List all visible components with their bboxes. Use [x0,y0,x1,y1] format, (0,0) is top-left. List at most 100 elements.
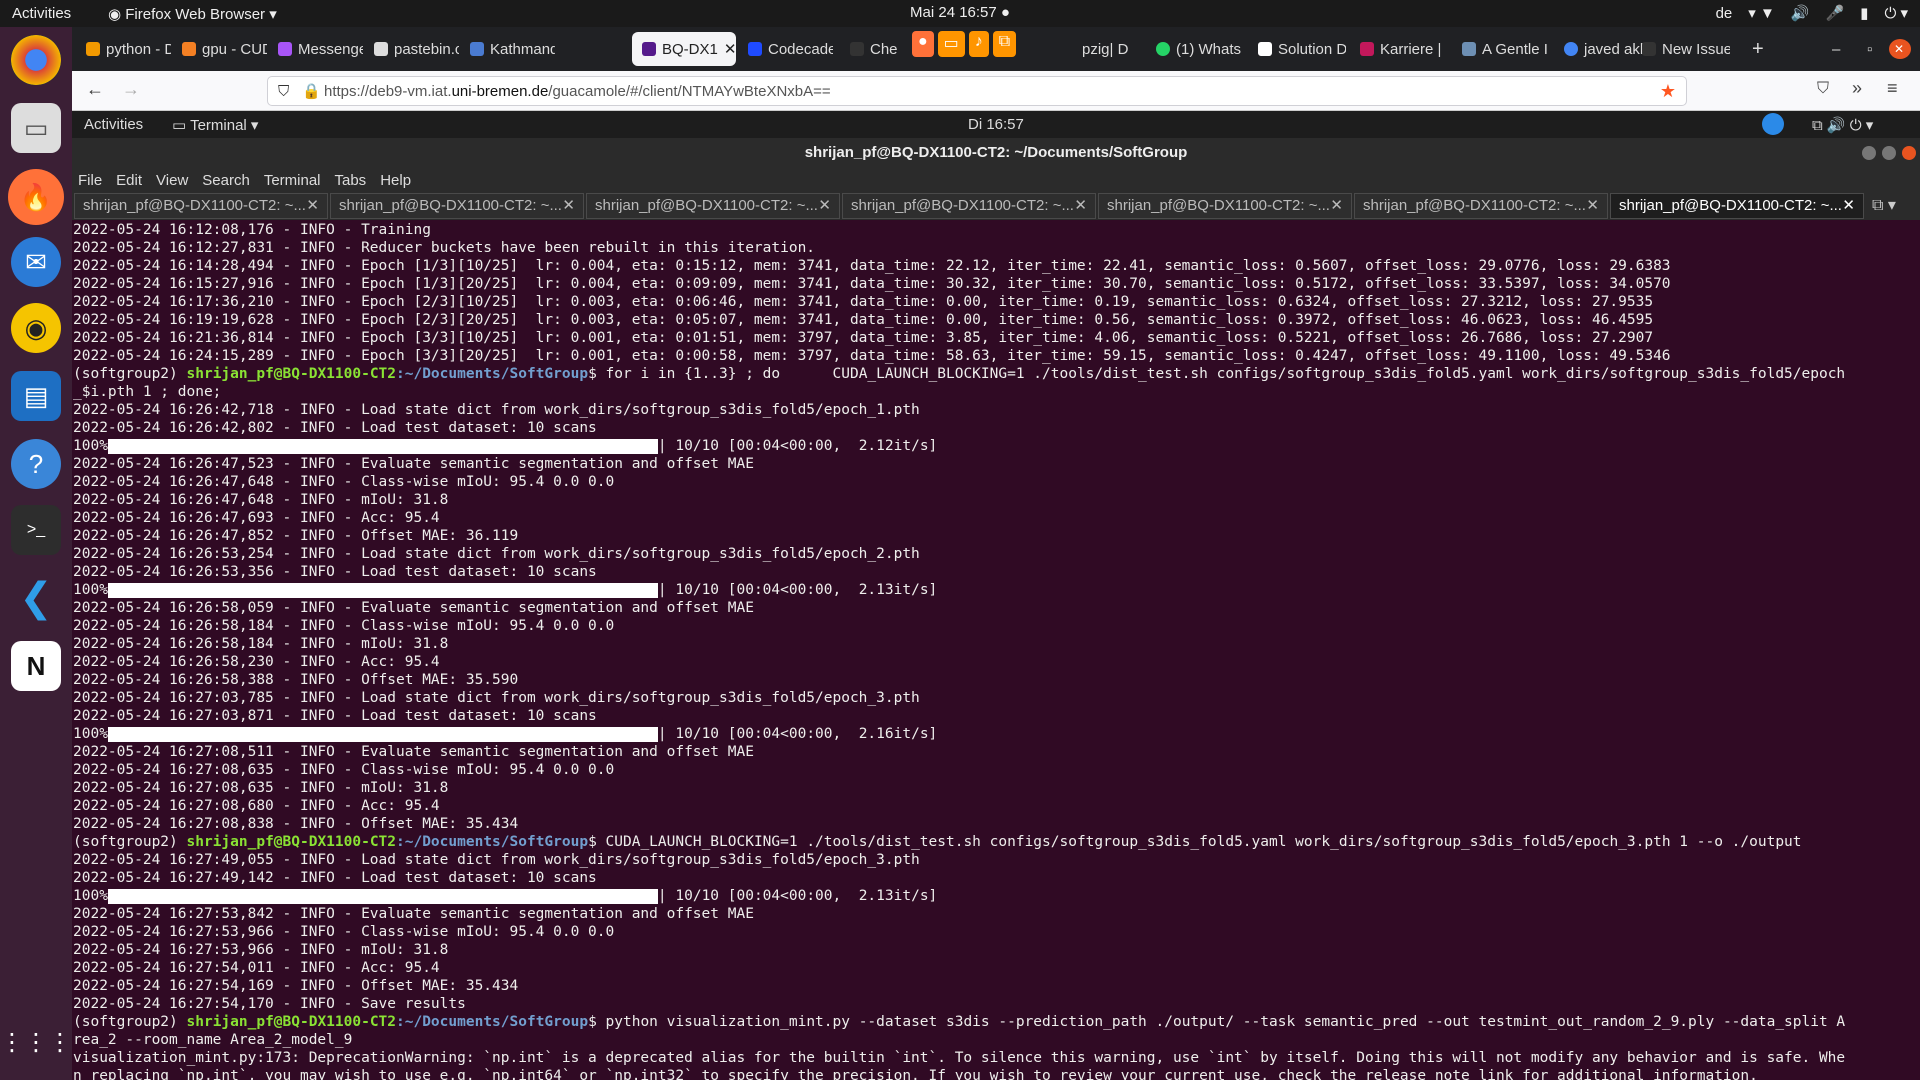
menu-help[interactable]: Help [380,172,411,189]
new-tab-button[interactable]: + [1742,32,1772,66]
dock: ▭ 🔥 ✉ ◉ ▤ ? >_ ❮ N ⋮⋮⋮ [0,27,72,1080]
mic-icon: ♪ [968,31,989,57]
url-bar[interactable]: ⛉ 🔒 https://deb9-vm.iat. uni-bremen.de/gu… [267,76,1687,106]
browser-tab[interactable]: Karriere | [1350,32,1448,66]
menu-search[interactable]: Search [202,172,250,189]
vscode-icon[interactable]: ❮ [11,573,61,623]
close-tab-icon[interactable]: ✕ [306,194,319,218]
battery-icon: ▮ [1860,5,1869,22]
browser-tab[interactable]: Solution D [1248,32,1346,66]
terminal-tab[interactable]: shrijan_pf@BQ-DX1100-CT2: ~... ✕ [842,193,1096,219]
log-line: 2022-05-24 16:27:53,842 - INFO - Evaluat… [73,906,754,922]
maximize-icon[interactable] [1882,146,1896,160]
menu-file[interactable]: File [78,172,102,189]
browser-tab[interactable]: pastebin.c [364,32,459,66]
chrome-icon[interactable] [11,35,61,85]
browser-tab[interactable]: Kathmand [460,32,555,66]
close-tab-icon[interactable]: ✕ [1842,194,1855,218]
firefox-icon[interactable]: 🔥 [8,169,64,225]
browser-tab[interactable]: A Gentle I [1452,32,1550,66]
close-tab-icon[interactable]: ✕ [818,194,831,218]
remote-clock[interactable]: Di 16:57 [968,116,1024,133]
browser-tab-strip: python - D gpu - CUD Messenge pastebin.c… [72,27,1920,71]
tab-favicon [1564,42,1578,56]
close-tab-icon[interactable]: ✕ [724,40,736,58]
bookmark-star-icon[interactable]: ★ [1660,81,1676,102]
close-tab-icon[interactable]: ✕ [1330,194,1343,218]
browser-tab[interactable]: Che [840,32,900,66]
firefox-icon: ● [912,31,934,57]
terminal-tab[interactable]: shrijan_pf@BQ-DX1100-CT2: ~... ✕ [586,193,840,219]
prompt-line-cont: _$i.pth 1 ; done; [73,384,222,400]
help-icon[interactable]: ? [11,439,61,489]
power-menu-icon: ⏻ ▾ [1884,5,1908,22]
maximize-icon[interactable]: ▫ [1857,32,1887,66]
keyboard-layout[interactable]: de [1716,5,1733,22]
notion-icon[interactable]: N [11,641,61,691]
browser-tab[interactable]: Messenge [268,32,363,66]
tab-favicon [182,42,196,56]
menu-view[interactable]: View [156,172,188,189]
browser-tab[interactable]: python - D [76,32,171,66]
terminal-output[interactable]: 2022-05-24 16:12:08,176 - INFO - Trainin… [72,220,1920,1080]
tab-favicon [86,42,100,56]
log-line: 2022-05-24 16:26:47,648 - INFO - Class-w… [73,474,615,490]
log-line: 2022-05-24 16:27:49,055 - INFO - Load st… [73,852,920,868]
tab-favicon [1642,42,1656,56]
clock[interactable]: Mai 24 16:57 ● [0,4,1920,21]
terminal-tab[interactable]: shrijan_pf@BQ-DX1100-CT2: ~... ✕ [1098,193,1352,219]
log-line: 2022-05-24 16:12:08,176 - INFO - Trainin… [73,222,431,238]
log-line: 2022-05-24 16:27:54,169 - INFO - Offset … [73,978,519,994]
forward-icon[interactable]: → [122,79,140,100]
menu-icon[interactable]: ≡ [1887,78,1898,99]
remote-activities-button[interactable]: Activities [84,116,143,133]
close-tab-icon[interactable]: ✕ [1586,194,1599,218]
progress-line: 100% | 10/10 [00:04<00:00, 2.12it/s] [73,438,938,454]
browser-tab[interactable]: (1) Whats [1146,32,1244,66]
terminal-tab[interactable]: shrijan_pf@BQ-DX1100-CT2: ~... ✕ [74,193,328,219]
sharing-indicator[interactable]: ● ▭ ♪ ⧉ [912,31,1017,57]
menu-edit[interactable]: Edit [116,172,142,189]
menu-terminal[interactable]: Terminal [264,172,321,189]
close-icon[interactable] [1902,146,1916,160]
terminal-tab-active[interactable]: shrijan_pf@BQ-DX1100-CT2: ~... ✕ [1610,193,1864,219]
back-icon[interactable]: ← [86,79,104,100]
browser-tab-active[interactable]: BQ-DX1 ✕ [632,32,736,66]
browser-tab[interactable]: gpu - CUD [172,32,267,66]
overflow-icon[interactable]: » [1852,78,1862,99]
log-line: 2022-05-24 16:26:53,254 - INFO - Load st… [73,546,920,562]
browser-tab[interactable]: pzig| D [1072,32,1142,66]
browser-tab[interactable]: New Issue [1632,32,1730,66]
browser-tab[interactable]: Codecade [738,32,833,66]
browser-nav-bar: ← → ⛉ 🔒 https://deb9-vm.iat. uni-bremen.d… [72,71,1920,111]
close-tab-icon[interactable]: ✕ [1074,194,1087,218]
close-window-icon[interactable]: ✕ [1889,39,1911,59]
tab-favicon [1462,42,1476,56]
system-tray[interactable]: de ▾ ▼ 🔊 🎤 ▮ ⏻ ▾ [1716,4,1908,23]
log-line: 2022-05-24 16:26:58,059 - INFO - Evaluat… [73,600,754,616]
writer-icon[interactable]: ▤ [11,371,61,421]
log-line: 2022-05-24 16:26:47,852 - INFO - Offset … [73,528,519,544]
log-line: 2022-05-24 16:26:53,356 - INFO - Load te… [73,564,597,580]
log-line: 2022-05-24 16:21:36,814 - INFO - Epoch [… [73,330,1654,346]
thunderbird-icon[interactable]: ✉ [11,237,61,287]
log-line: 2022-05-24 16:27:53,966 - INFO - mIoU: 3… [73,942,449,958]
terminal-tab[interactable]: shrijan_pf@BQ-DX1100-CT2: ~... ✕ [330,193,584,219]
log-line: 2022-05-24 16:15:27,916 - INFO - Epoch [… [73,276,1671,292]
remote-app-menu[interactable]: ▭ Terminal ▾ [172,116,258,134]
close-tab-icon[interactable]: ✕ [562,194,575,218]
minimize-icon[interactable]: – [1822,32,1852,66]
pocket-icon[interactable]: ⛉ [1817,80,1829,98]
files-icon[interactable]: ▭ [11,103,61,153]
show-apps-icon[interactable]: ⋮⋮⋮ [0,1017,72,1067]
minimize-icon[interactable] [1862,146,1876,160]
teamviewer-icon[interactable] [1762,113,1784,135]
remote-tray-icons[interactable]: ⧉ 🔊 ⏻ ▾ [1812,116,1873,134]
new-terminal-tab-icon[interactable]: ⧉ ▾ [1872,195,1896,215]
log-line: 2022-05-24 16:26:42,718 - INFO - Load st… [73,402,920,418]
terminal-tab[interactable]: shrijan_pf@BQ-DX1100-CT2: ~... ✕ [1354,193,1608,219]
menu-tabs[interactable]: Tabs [335,172,367,189]
progress-line: 100% | 10/10 [00:04<00:00, 2.13it/s] [73,582,938,598]
terminal-icon[interactable]: >_ [11,505,61,555]
rhythmbox-icon[interactable]: ◉ [11,303,61,353]
